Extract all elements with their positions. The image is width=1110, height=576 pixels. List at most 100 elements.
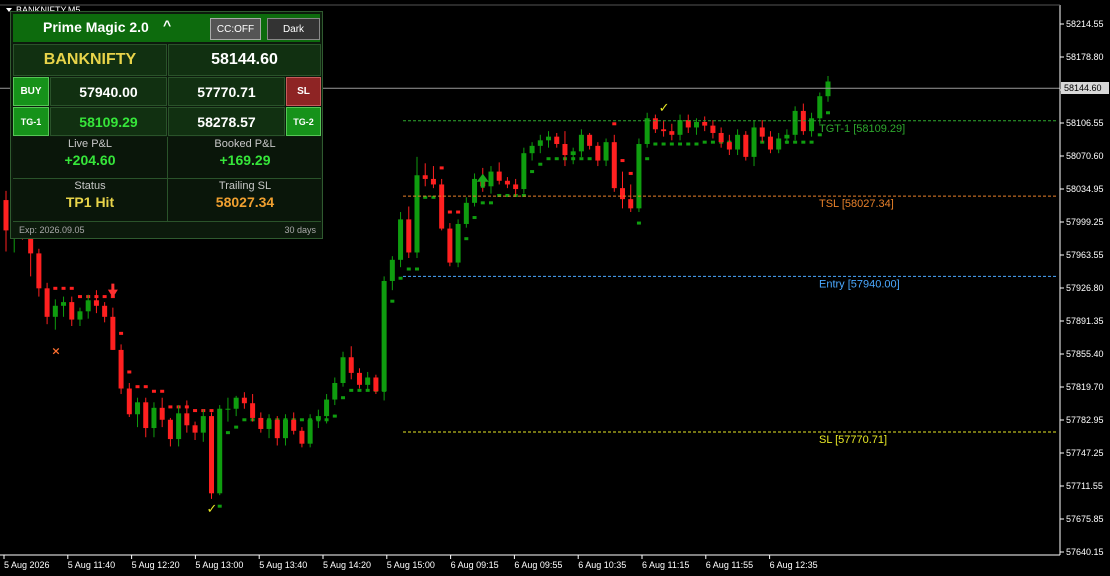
trail-dot: [645, 157, 650, 161]
collapse-chevron-icon[interactable]: ^: [163, 17, 171, 33]
panel-header[interactable]: Prime Magic 2.0 ^ CC:OFF Dark: [13, 14, 320, 42]
sl-price: 57770.71: [197, 83, 256, 100]
candle-body: [759, 127, 765, 137]
trail-dot: [456, 210, 461, 214]
candle-body: [825, 81, 831, 97]
price-tick-label: 57640.15: [1066, 547, 1104, 557]
trail-dot: [826, 111, 830, 115]
price-tick-label: 57782.95: [1066, 415, 1104, 425]
price-tick-label: 58214.55: [1066, 19, 1104, 29]
candle-body: [726, 142, 732, 150]
candle-body: [603, 142, 609, 161]
candle-body: [192, 425, 198, 433]
candle-body: [809, 118, 815, 132]
candle-body: [184, 413, 190, 426]
trail-dot: [447, 210, 452, 214]
candle-body: [348, 357, 354, 373]
tg1-button[interactable]: TG-1: [13, 107, 49, 136]
price-tick-label: 57963.55: [1066, 250, 1104, 260]
candle-body: [135, 402, 141, 415]
candle-body: [250, 403, 256, 418]
time-tick-label: 5 Aug 12:20: [132, 560, 180, 570]
candle-body: [817, 96, 823, 119]
candle-body: [702, 121, 708, 126]
trail-dot: [357, 388, 362, 392]
trail-dot: [398, 276, 403, 280]
prime-magic-panel: Prime Magic 2.0 ^ CC:OFF Dark BANKNIFTY …: [10, 11, 323, 239]
candle-body: [258, 417, 264, 429]
candle-body: [241, 397, 247, 404]
trail-dot: [620, 159, 625, 163]
candle-body: [381, 280, 387, 392]
candle-body: [356, 372, 362, 385]
candle-body: [537, 140, 543, 146]
candle-body: [743, 134, 749, 157]
tg2-button[interactable]: TG-2: [286, 107, 321, 136]
candle-body: [578, 134, 584, 152]
candle-body: [159, 407, 165, 420]
candle-body: [513, 184, 519, 190]
trail-dot: [217, 504, 222, 508]
sl-button[interactable]: SL: [286, 77, 321, 106]
candle-body: [266, 419, 272, 429]
sl-level-label: SL [57770.71]: [819, 434, 887, 446]
candle-body: [307, 419, 313, 444]
candle-body: [85, 300, 91, 312]
trail-dot: [653, 142, 658, 146]
candle-body: [620, 188, 625, 200]
candle-body: [439, 184, 445, 229]
time-tick-label: 5 Aug 11:40: [68, 560, 115, 570]
candle-body: [282, 419, 288, 439]
candle-body: [504, 180, 510, 185]
panel-title: Prime Magic 2.0: [43, 19, 149, 35]
candle-body: [233, 397, 239, 409]
price-tick-label: 57747.25: [1066, 448, 1104, 458]
price-tick-label: 57855.40: [1066, 349, 1104, 359]
dark-mode-button[interactable]: Dark: [267, 18, 320, 40]
trail-dot: [234, 425, 239, 429]
candle-body: [143, 402, 149, 429]
time-tick-label: 5 Aug 14:20: [323, 560, 371, 570]
trail-dot: [538, 162, 543, 166]
trail-dot: [694, 142, 699, 146]
trail-dot: [472, 216, 477, 220]
tgt1-level-label: TGT-1 [58109.29]: [819, 123, 905, 135]
candle-body: [93, 300, 99, 306]
time-tick-label: 5 Aug 2026: [4, 560, 50, 570]
trail-dot: [809, 140, 814, 144]
trail-dot: [628, 171, 633, 175]
candle-body: [167, 419, 173, 440]
trail-dot: [349, 388, 354, 392]
trail-dot: [341, 396, 346, 400]
live-pnl-label: Live P&L: [67, 138, 113, 150]
candle-body: [406, 219, 412, 253]
trail-dot: [332, 414, 337, 418]
symbol-cell: BANKNIFTY: [13, 44, 167, 76]
candle-body: [447, 228, 453, 263]
price-tick-label: 58070.60: [1066, 151, 1104, 161]
trail-dot: [612, 122, 617, 126]
tg2-price: 58278.57: [197, 113, 256, 130]
booked-pnl-label: Booked P&L: [214, 138, 276, 150]
candle-body: [200, 416, 206, 433]
candle-body: [628, 199, 634, 209]
target-hit-check-icon: ✓: [207, 502, 218, 517]
price-tick-label: 58178.80: [1066, 52, 1104, 62]
target-hit-check-icon: ✓: [659, 101, 670, 116]
candle-body: [472, 178, 478, 203]
candle-body: [151, 407, 157, 429]
trail-dot: [53, 286, 58, 290]
trail-dot: [669, 142, 674, 146]
trail-dot: [151, 389, 156, 393]
buy-button[interactable]: BUY: [13, 77, 49, 106]
candle-body: [36, 253, 42, 289]
cc-toggle-button[interactable]: CC:OFF: [210, 18, 261, 40]
candle-body: [455, 223, 461, 263]
trail-dot: [299, 418, 304, 422]
candle-body: [792, 110, 798, 135]
candle-body: [299, 430, 305, 444]
trail-dot: [143, 385, 148, 389]
time-tick-label: 6 Aug 12:35: [770, 560, 818, 570]
candle-body: [176, 413, 182, 440]
price-tick-label: 57711.55: [1066, 481, 1103, 491]
